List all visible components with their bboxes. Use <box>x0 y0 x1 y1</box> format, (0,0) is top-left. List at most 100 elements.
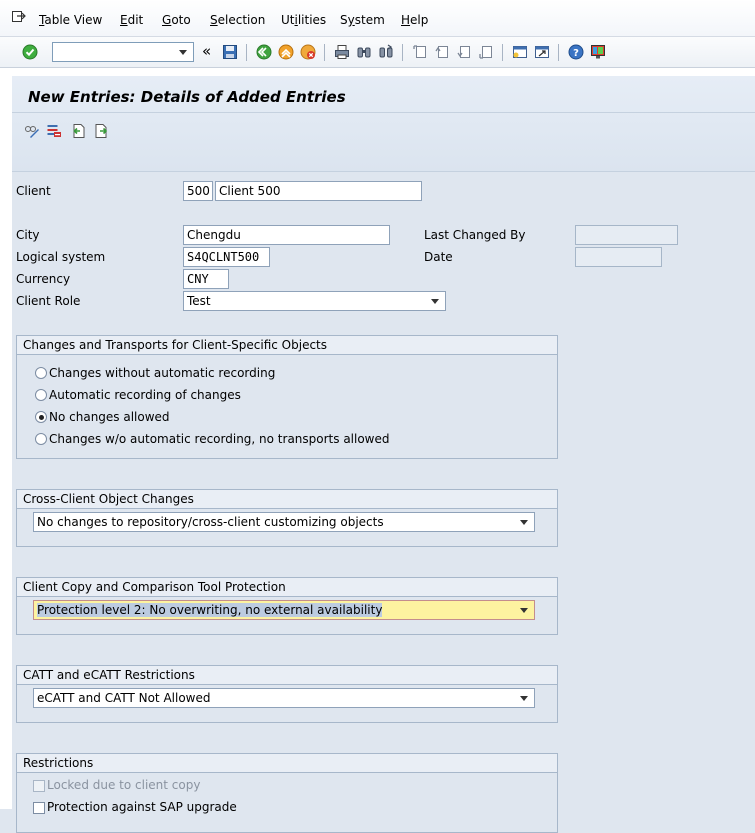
print-icon[interactable] <box>334 44 350 60</box>
logical-system-field[interactable]: S4QCLNT500 <box>183 247 270 267</box>
client-label: Client <box>16 184 51 198</box>
logical-system-label: Logical system <box>16 250 106 264</box>
help-icon[interactable]: ? <box>568 44 584 60</box>
double-chevron-left-icon[interactable]: « <box>202 42 218 60</box>
chevron-down-icon[interactable] <box>520 608 528 613</box>
chevron-down-icon[interactable] <box>520 520 528 525</box>
radio-button[interactable] <box>35 367 47 379</box>
currency-value: CNY <box>187 272 209 286</box>
form-area: Client 500 Client 500 City Chengdu Last … <box>12 172 755 833</box>
svg-text:?: ? <box>573 48 579 59</box>
find-icon[interactable] <box>356 44 372 60</box>
find-next-icon[interactable] <box>378 44 394 60</box>
city-field[interactable]: Chengdu <box>183 225 390 245</box>
cross-client-value: No changes to repository/cross-client cu… <box>37 515 384 529</box>
toolbar-separator <box>402 44 403 61</box>
enter-icon[interactable] <box>22 44 38 60</box>
currency-label: Currency <box>16 272 71 286</box>
client-field[interactable]: 500 <box>183 181 213 201</box>
menu-label: Ut <box>281 13 295 27</box>
command-field[interactable] <box>52 42 194 62</box>
menu-utilities[interactable]: Utilities <box>281 13 326 27</box>
menu-label: oto <box>171 13 191 27</box>
layout-icon[interactable] <box>590 44 606 60</box>
radio-button-selected[interactable] <box>35 411 47 423</box>
protection-upgrade-label: Protection against SAP upgrade <box>47 800 237 814</box>
client-role-value: Test <box>187 294 211 308</box>
city-label: City <box>16 228 40 242</box>
group-title: CATT and eCATT Restrictions <box>17 666 557 685</box>
group-title: Client Copy and Comparison Tool Protecti… <box>17 578 557 597</box>
main-content: New Entries: Details of Added Entries Cl… <box>0 68 755 833</box>
date-label: Date <box>424 250 453 264</box>
delete-icon[interactable] <box>46 123 62 139</box>
radio-label: Changes w/o automatic recording, no tran… <box>49 432 390 446</box>
group-title: Changes and Transports for Client-Specif… <box>17 336 557 355</box>
changes-transports-group: Changes and Transports for Client-Specif… <box>16 335 558 459</box>
last-page-icon[interactable] <box>478 44 494 60</box>
toolbar-separator <box>324 44 325 61</box>
copy-protection-value: Protection level 2: No overwriting, no e… <box>37 603 383 617</box>
menu-icon[interactable] <box>12 10 26 23</box>
menu-mnemonic: G <box>162 13 172 27</box>
shortcut-icon[interactable] <box>534 44 550 60</box>
catt-dropdown[interactable]: eCATT and CATT Not Allowed <box>33 688 535 708</box>
catt-value: eCATT and CATT Not Allowed <box>37 691 211 705</box>
menu-goto[interactable]: Goto <box>162 13 191 27</box>
menu-bar: Table View Edit Goto Selection Utilities… <box>0 0 755 37</box>
locked-checkbox <box>33 780 45 792</box>
cross-client-dropdown[interactable]: No changes to repository/cross-client cu… <box>33 512 535 532</box>
client-description-field[interactable]: Client 500 <box>215 181 422 201</box>
next-page-icon[interactable] <box>456 44 472 60</box>
menu-selection[interactable]: Selection <box>210 13 265 27</box>
locked-label: Locked due to client copy <box>47 778 201 792</box>
cancel-icon[interactable] <box>300 44 316 60</box>
restrictions-group: Restrictions Locked due to client copy P… <box>16 753 558 833</box>
menu-label: election <box>217 13 266 27</box>
menu-label: stem <box>354 13 385 27</box>
currency-field[interactable]: CNY <box>183 269 229 289</box>
group-title: Restrictions <box>17 754 557 773</box>
change-display-icon[interactable] <box>24 123 40 139</box>
client-role-dropdown[interactable]: Test <box>183 291 446 311</box>
menu-help[interactable]: Help <box>401 13 428 27</box>
protection-upgrade-checkbox[interactable] <box>33 802 45 814</box>
create-session-icon[interactable] <box>512 44 528 60</box>
menu-mnemonic: S <box>210 13 218 27</box>
menu-mnemonic: H <box>401 13 411 27</box>
toolbar-separator <box>502 44 503 61</box>
city-value: Chengdu <box>187 228 241 242</box>
menu-table-view[interactable]: Table View <box>39 13 102 27</box>
menu-label: elp <box>410 13 429 27</box>
next-entry-icon[interactable] <box>94 123 110 139</box>
menu-label: dit <box>127 13 144 27</box>
title-divider <box>12 112 755 113</box>
standard-toolbar: « ? <box>0 37 755 68</box>
copy-protection-dropdown[interactable]: Protection level 2: No overwriting, no e… <box>33 600 535 620</box>
previous-entry-icon[interactable] <box>70 123 86 139</box>
chevron-down-icon[interactable] <box>520 696 528 701</box>
catt-group: CATT and eCATT Restrictions eCATT and CA… <box>16 665 558 723</box>
exit-icon[interactable] <box>278 44 294 60</box>
chevron-down-icon[interactable] <box>179 50 187 55</box>
copy-protection-group: Client Copy and Comparison Tool Protecti… <box>16 577 558 635</box>
menu-label: able View <box>44 13 103 27</box>
radio-label: Changes without automatic recording <box>49 366 276 380</box>
menu-label: S <box>340 13 348 27</box>
radio-button[interactable] <box>35 389 47 401</box>
previous-page-icon[interactable] <box>434 44 450 60</box>
menu-mnemonic: y <box>347 13 355 27</box>
menu-system[interactable]: System <box>340 13 385 27</box>
last-changed-by-label: Last Changed By <box>424 228 526 242</box>
date-field <box>575 247 662 267</box>
logical-system-value: S4QCLNT500 <box>187 250 260 264</box>
menu-edit[interactable]: Edit <box>120 13 143 27</box>
chevron-down-icon[interactable] <box>431 299 439 304</box>
cross-client-group: Cross-Client Object Changes No changes t… <box>16 489 558 547</box>
back-icon[interactable] <box>256 44 272 60</box>
client-value: 500 <box>187 184 210 198</box>
save-icon[interactable] <box>222 44 238 60</box>
client-role-label: Client Role <box>16 294 81 308</box>
first-page-icon[interactable] <box>412 44 428 60</box>
radio-button[interactable] <box>35 433 47 445</box>
